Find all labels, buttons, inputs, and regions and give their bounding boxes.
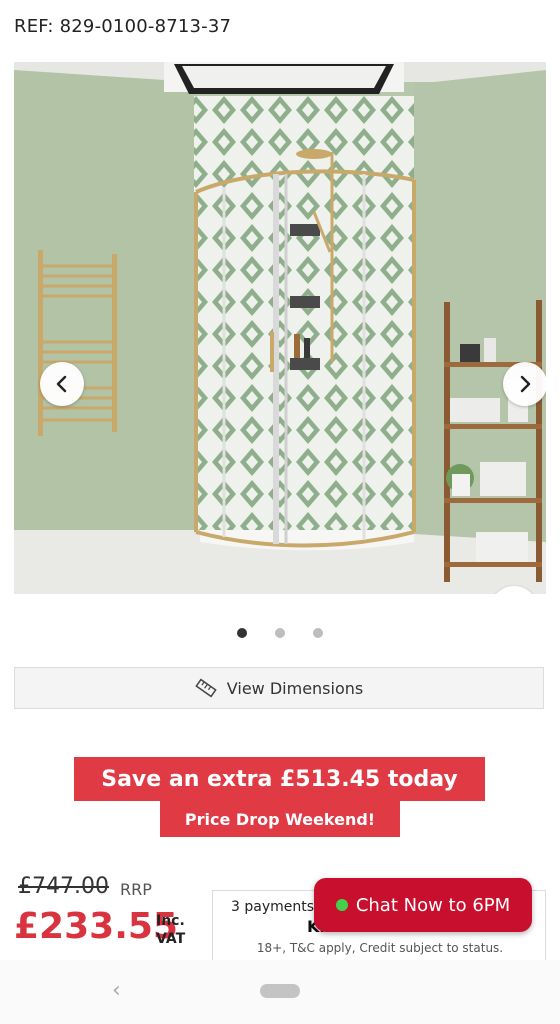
promo-banner: Save an extra £513.45 today — [74, 757, 485, 801]
product-image — [14, 62, 546, 594]
chat-now-button[interactable]: Chat Now to 6PM — [314, 878, 532, 932]
gallery-dot[interactable] — [237, 628, 247, 638]
gallery-pagination — [0, 628, 560, 640]
gallery-next-button[interactable] — [503, 362, 546, 406]
home-gesture-pill[interactable] — [260, 984, 300, 998]
product-image-gallery[interactable] — [14, 62, 546, 594]
gallery-dot[interactable] — [275, 628, 285, 638]
vat-label: VAT — [156, 931, 186, 947]
current-price: £233.55 — [14, 906, 178, 947]
online-status-icon — [335, 899, 348, 911]
product-reference: REF: 829-0100-8713-37 — [14, 16, 232, 37]
system-navigation-bar: ‹ — [0, 960, 560, 1024]
chevron-right-icon — [520, 375, 531, 393]
chevron-left-icon — [56, 375, 67, 393]
rrp-label: RRP — [120, 880, 152, 899]
back-icon[interactable]: ‹ — [112, 978, 121, 1003]
view-dimensions-button[interactable]: View Dimensions — [14, 667, 544, 709]
view-dimensions-label: View Dimensions — [226, 678, 364, 698]
chat-label: Chat Now to 6PM — [355, 894, 511, 916]
payment-count: 3 payments — [231, 899, 315, 915]
gallery-prev-button[interactable] — [40, 362, 84, 406]
ruler-icon — [195, 678, 217, 698]
promo-subtitle: Price Drop Weekend! — [160, 801, 400, 837]
old-price: £747.00 — [18, 874, 109, 899]
payment-terms: 18+, T&C apply, Credit subject to status… — [256, 941, 504, 955]
inc-label: Inc. — [156, 913, 185, 929]
gallery-dot[interactable] — [313, 628, 323, 638]
inc-vat-label: Inc. VAT — [156, 912, 185, 948]
